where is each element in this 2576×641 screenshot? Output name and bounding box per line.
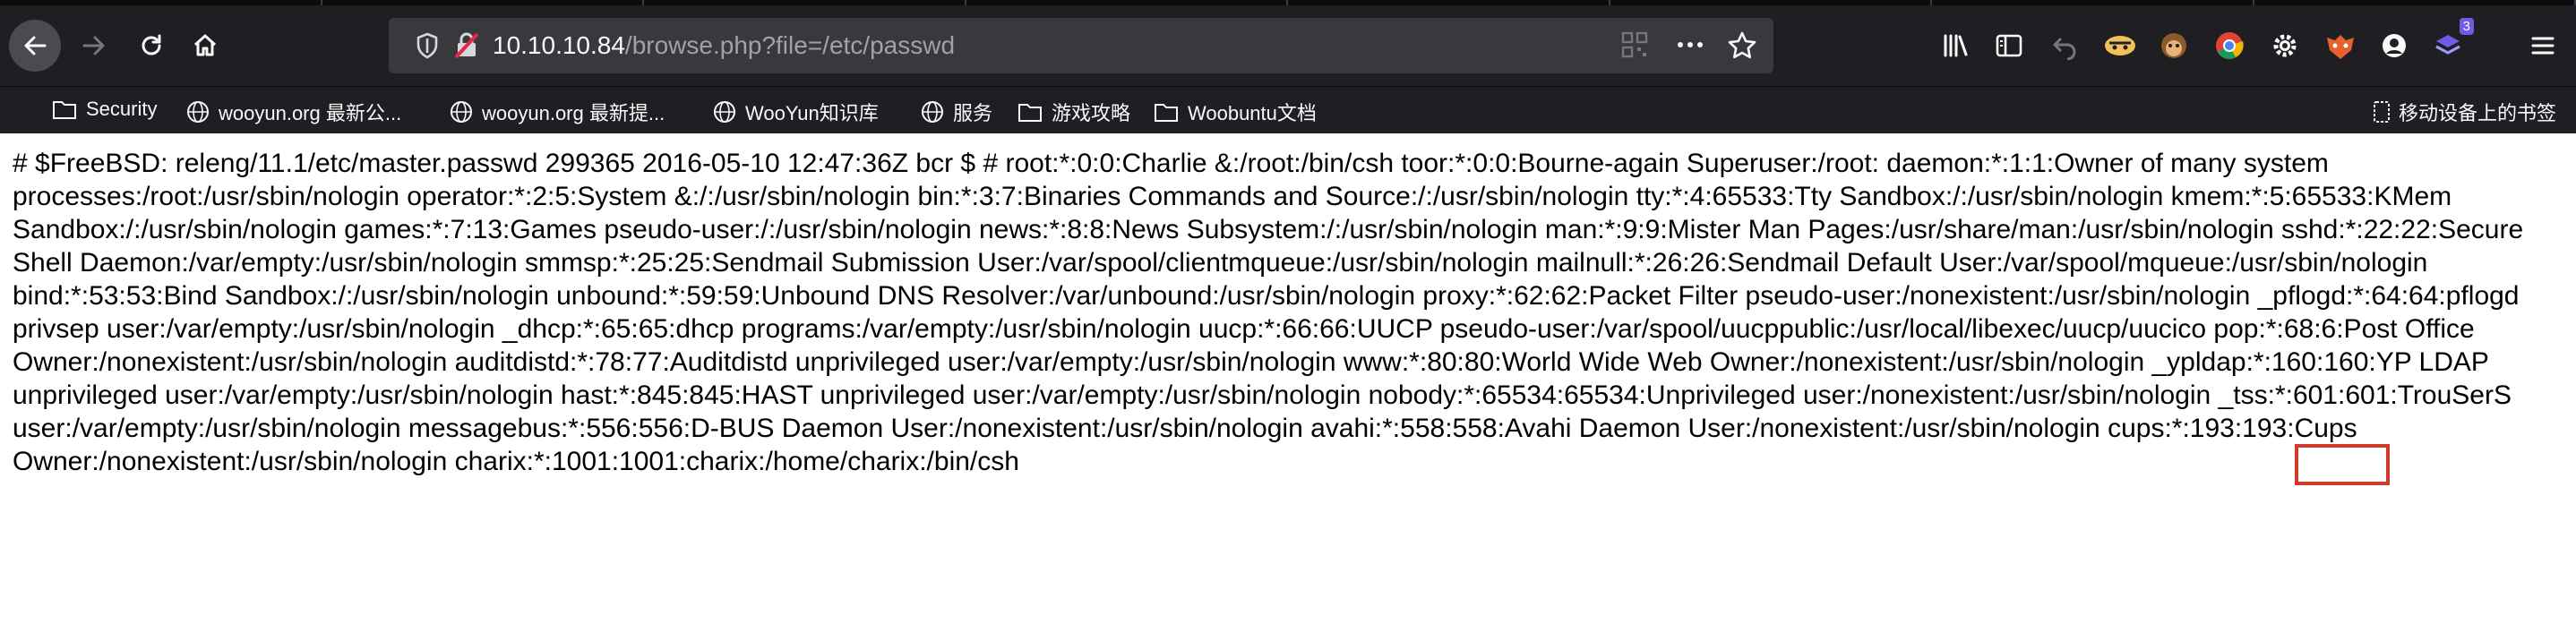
globe-icon bbox=[187, 101, 209, 123]
bookmark-label: wooyun.org 最新提... bbox=[482, 102, 665, 124]
page-actions-icon[interactable] bbox=[1675, 31, 1705, 58]
mobile-folder-icon bbox=[2373, 101, 2390, 123]
globe-icon bbox=[714, 101, 735, 123]
bookmark-label: Woobuntu文档 bbox=[1188, 102, 1317, 124]
hamburger-menu-icon bbox=[2531, 37, 2555, 55]
extension-button-2[interactable] bbox=[2148, 20, 2200, 72]
forward-arrow-icon bbox=[82, 36, 105, 56]
extension-face-icon bbox=[2105, 36, 2135, 56]
reload-button[interactable] bbox=[125, 20, 177, 72]
bookmark-wooyun-1[interactable]: wooyun.org 最新公... bbox=[186, 98, 401, 126]
sidebar-button[interactable] bbox=[1983, 20, 2035, 72]
bookmarks-toolbar: Security wooyun.org 最新公... wooyun.org 最新… bbox=[0, 86, 2576, 133]
url-host: 10.10.10.84 bbox=[493, 31, 625, 59]
menu-button[interactable] bbox=[2517, 20, 2569, 72]
back-arrow-icon bbox=[24, 36, 47, 56]
folder-icon bbox=[53, 101, 76, 119]
bookmark-wooyun-kb[interactable]: WooYun知识库 bbox=[713, 98, 879, 126]
address-bar[interactable]: 10.10.10.84/browse.php?file=/etc/passwd bbox=[389, 18, 1773, 73]
library-icon bbox=[1944, 34, 1968, 57]
monkey-icon bbox=[2161, 33, 2186, 58]
mobile-bookmarks-label: 移动设备上的书签 bbox=[2398, 102, 2556, 124]
extension-button-1[interactable] bbox=[2094, 20, 2146, 72]
chrome-logo-icon bbox=[2216, 32, 2244, 59]
insecure-lock-icon[interactable] bbox=[453, 31, 480, 60]
extension-button-5[interactable] bbox=[2314, 20, 2366, 72]
annotation-highlight-box bbox=[2295, 444, 2390, 485]
bookmark-security[interactable]: Security bbox=[52, 98, 157, 121]
folder-icon bbox=[1155, 104, 1178, 122]
home-icon bbox=[193, 34, 217, 56]
bookmark-label: WooYun知识库 bbox=[745, 102, 879, 124]
forward-button[interactable] bbox=[68, 20, 120, 72]
bookmark-services[interactable]: 服务 bbox=[921, 98, 992, 126]
gear-icon bbox=[2273, 34, 2297, 57]
extension-button-6[interactable]: 3 bbox=[2422, 18, 2474, 72]
home-button[interactable] bbox=[179, 20, 231, 72]
extension-badge: 3 bbox=[2459, 18, 2474, 35]
page-body-text: # $FreeBSD: releng/11.1/etc/master.passw… bbox=[13, 149, 2524, 476]
qr-code-icon[interactable] bbox=[1621, 31, 1648, 58]
bookmark-wooyun-2[interactable]: wooyun.org 最新提... bbox=[450, 98, 665, 126]
tracking-shield-icon[interactable] bbox=[414, 31, 441, 60]
mobile-bookmarks[interactable]: 移动设备上的书签 bbox=[2372, 98, 2556, 126]
globe-icon bbox=[922, 101, 943, 123]
url-path: /browse.php?file=/etc/passwd bbox=[624, 31, 956, 59]
sidebar-icon bbox=[1996, 34, 2022, 57]
account-button[interactable] bbox=[2368, 20, 2420, 72]
undo-arrow-icon bbox=[2053, 37, 2076, 60]
bookmark-game-guides[interactable]: 游戏攻略 bbox=[1018, 98, 1130, 126]
layers-icon bbox=[2435, 35, 2460, 55]
folder-icon bbox=[1018, 104, 1042, 122]
bookmark-label: wooyun.org 最新公... bbox=[219, 102, 402, 124]
back-button[interactable] bbox=[9, 20, 61, 72]
bookmark-label: 服务 bbox=[953, 102, 993, 124]
undo-close-button[interactable] bbox=[2039, 20, 2091, 72]
url-text[interactable]: 10.10.10.84/browse.php?file=/etc/passwd bbox=[493, 33, 955, 58]
library-button[interactable] bbox=[1929, 20, 1981, 72]
reload-icon bbox=[142, 34, 161, 56]
extension-button-3[interactable] bbox=[2203, 20, 2255, 72]
bookmark-woobuntu-docs[interactable]: Woobuntu文档 bbox=[1154, 98, 1317, 126]
extension-button-4[interactable] bbox=[2259, 20, 2311, 72]
account-icon bbox=[2383, 34, 2406, 57]
bookmark-label: 游戏攻略 bbox=[1052, 102, 1131, 124]
globe-icon bbox=[451, 101, 472, 123]
bookmark-star-icon[interactable] bbox=[1727, 30, 1757, 61]
bookmark-label: Security bbox=[86, 98, 158, 120]
navigation-toolbar: 10.10.10.84/browse.php?file=/etc/passwd … bbox=[0, 5, 2576, 86]
fox-mask-icon bbox=[2327, 35, 2354, 59]
